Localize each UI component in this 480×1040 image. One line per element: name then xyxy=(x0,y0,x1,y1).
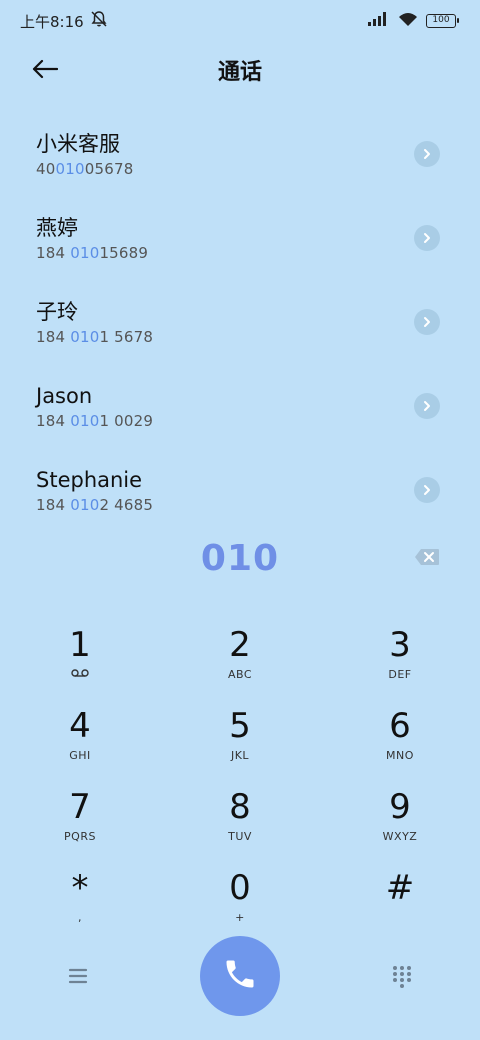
chevron-right-icon xyxy=(422,313,432,332)
dial-number-display[interactable]: 010 xyxy=(201,538,279,579)
signal-icon xyxy=(368,12,390,30)
key-digit: 7 xyxy=(69,787,91,827)
key-digit: 4 xyxy=(69,706,91,746)
key-digit: 1 xyxy=(69,625,91,665)
contact-details-button[interactable] xyxy=(414,309,440,335)
key-digit: 0 xyxy=(229,868,251,908)
contact-name: 燕婷 xyxy=(36,216,78,240)
number-match-highlight: 010 xyxy=(55,160,85,178)
key-letters: TUV xyxy=(228,830,252,843)
contact-item[interactable]: 燕婷 184 01015689 xyxy=(0,196,480,280)
backspace-button[interactable] xyxy=(414,548,440,566)
menu-button[interactable] xyxy=(66,964,90,988)
key-2[interactable]: 2 ABC xyxy=(160,620,320,701)
key-star[interactable]: * , xyxy=(0,863,160,944)
key-letters: MNO xyxy=(386,749,414,762)
key-letters: DEF xyxy=(388,668,412,681)
back-arrow-icon xyxy=(32,59,59,83)
chevron-right-icon xyxy=(422,397,432,416)
bell-off-icon xyxy=(90,10,108,32)
contact-name: 子玲 xyxy=(36,300,78,324)
contact-details-button[interactable] xyxy=(414,477,440,503)
bottom-action-bar xyxy=(0,934,480,1018)
key-letters: WXYZ xyxy=(382,830,418,843)
key-0[interactable]: 0 + xyxy=(160,863,320,944)
menu-icon xyxy=(66,968,90,992)
contact-item[interactable]: 小米客服 4001005678 xyxy=(0,112,480,196)
key-letters: JKL xyxy=(230,749,250,762)
page-title: 通话 xyxy=(217,60,262,85)
key-8[interactable]: 8 TUV xyxy=(160,782,320,863)
key-letters: GHI xyxy=(69,749,91,762)
key-1[interactable]: 1 xyxy=(0,620,160,701)
key-7[interactable]: 7 PQRS xyxy=(0,782,160,863)
dialpad-toggle-button[interactable] xyxy=(390,964,414,988)
contact-item[interactable]: Stephanie 184 0102 4685 xyxy=(0,448,480,532)
contact-item[interactable]: 子玲 184 0101 5678 xyxy=(0,280,480,364)
contact-name: Jason xyxy=(36,384,93,408)
key-digit: 2 xyxy=(229,625,251,665)
key-letters: PQRS xyxy=(64,830,96,843)
contact-number: 184 01015689 xyxy=(36,244,149,262)
key-digit: 3 xyxy=(389,625,411,665)
battery-indicator: 100 xyxy=(426,14,459,28)
chevron-right-icon xyxy=(422,229,432,248)
key-letters: , xyxy=(78,911,82,924)
voicemail-icon xyxy=(71,668,89,682)
status-bar: 上午8:16 100 xyxy=(0,0,480,42)
contact-name: 小米客服 xyxy=(36,132,120,156)
key-digit: * xyxy=(71,868,89,908)
status-left: 上午8:16 xyxy=(20,10,108,32)
number-match-highlight: 010 xyxy=(70,412,100,430)
key-5[interactable]: 5 JKL xyxy=(160,701,320,782)
number-match-highlight: 010 xyxy=(70,328,100,346)
call-button[interactable] xyxy=(200,936,280,1016)
contact-suggestion-list: 小米客服 4001005678 燕婷 184 01015689 子玲 184 0… xyxy=(0,112,480,532)
status-right: 100 xyxy=(368,12,459,31)
chevron-right-icon xyxy=(422,145,432,164)
phone-icon xyxy=(222,956,258,996)
chevron-right-icon xyxy=(422,481,432,500)
key-9[interactable]: 9 WXYZ xyxy=(320,782,480,863)
key-4[interactable]: 4 GHI xyxy=(0,701,160,782)
contact-item[interactable]: Jason 184 0101 0029 xyxy=(0,364,480,448)
back-button[interactable] xyxy=(28,54,62,88)
key-digit: 8 xyxy=(229,787,251,827)
contact-number: 4001005678 xyxy=(36,160,134,178)
contact-number: 184 0102 4685 xyxy=(36,496,154,514)
key-digit: 9 xyxy=(389,787,411,827)
contact-details-button[interactable] xyxy=(414,393,440,419)
backspace-icon xyxy=(414,549,440,570)
key-letters: + xyxy=(235,911,245,924)
contact-name: Stephanie xyxy=(36,468,143,492)
number-match-highlight: 010 xyxy=(70,244,100,262)
key-digit: 6 xyxy=(389,706,411,746)
number-match-highlight: 010 xyxy=(70,496,100,514)
contact-details-button[interactable] xyxy=(414,225,440,251)
contact-number: 184 0101 0029 xyxy=(36,412,154,430)
key-digit: # xyxy=(385,868,415,908)
header: 通话 xyxy=(0,42,480,98)
key-hash[interactable]: # xyxy=(320,863,480,944)
key-letters: ABC xyxy=(227,668,253,681)
dial-input-row: 010 xyxy=(0,528,480,588)
key-digit: 5 xyxy=(229,706,251,746)
wifi-icon xyxy=(398,12,418,31)
key-3[interactable]: 3 DEF xyxy=(320,620,480,701)
dial-keypad: 1 2 ABC 3 DEF 4 GHI 5 JKL 6 MNO 7 PQRS 8… xyxy=(0,620,480,944)
contact-details-button[interactable] xyxy=(414,141,440,167)
status-time: 上午8:16 xyxy=(20,12,84,31)
contact-number: 184 0101 5678 xyxy=(36,328,154,346)
dialpad-icon xyxy=(390,966,414,992)
key-6[interactable]: 6 MNO xyxy=(320,701,480,782)
